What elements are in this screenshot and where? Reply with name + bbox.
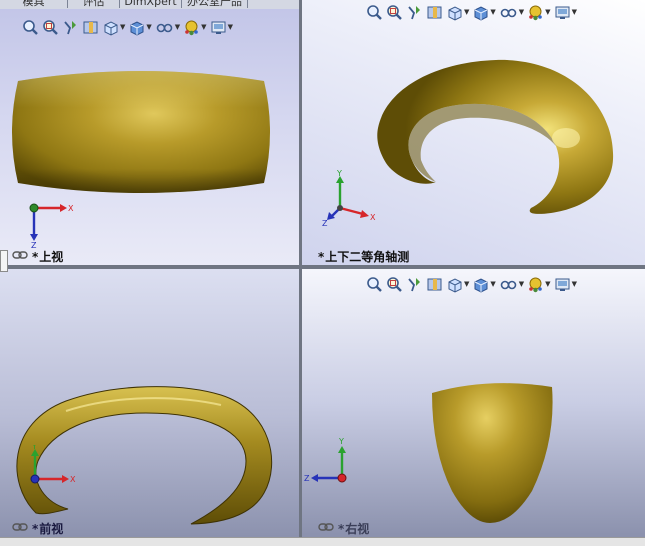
bracelet-top-view[interactable] [8, 67, 274, 197]
view-label-text: 右视 [345, 522, 370, 536]
triad-y-label: Y [336, 170, 342, 178]
section-view-icon[interactable] [82, 18, 99, 36]
view-label-right: * 右视 [338, 520, 369, 537]
display-style-icon[interactable]: ▼ [128, 18, 152, 36]
zoom-to-area-icon[interactable] [386, 3, 403, 21]
view-label-marker: * [338, 521, 345, 536]
view-label-marker: * [318, 249, 325, 264]
hide-show-items-icon[interactable]: ▼ [499, 275, 524, 293]
viewport-dimetric[interactable]: ▼ ▼ ▼ ▼ ▼ Y X Z * 上下二等角轴测 [302, 0, 645, 265]
bracelet-right-view[interactable] [428, 381, 556, 525]
link-views-icon[interactable] [12, 250, 28, 260]
zoom-to-fit-icon[interactable] [366, 3, 383, 21]
previous-view-icon[interactable] [406, 3, 423, 21]
edit-appearance-icon[interactable]: ▼ [527, 3, 551, 21]
zoom-to-area-icon[interactable] [42, 18, 59, 36]
view-label-text: 上视 [39, 250, 64, 264]
view-orientation-icon[interactable]: ▼ [446, 3, 469, 21]
view-toolbar-dimetric: ▼ ▼ ▼ ▼ ▼ [366, 2, 580, 22]
display-style-icon[interactable]: ▼ [472, 3, 496, 21]
view-label-text: 上下二等角轴测 [325, 250, 410, 264]
tab-dimxpert[interactable]: DimXpert [120, 0, 182, 8]
view-label-top: * 上视 [32, 248, 63, 265]
zoom-to-fit-icon[interactable] [22, 18, 39, 36]
display-style-icon[interactable]: ▼ [472, 275, 496, 293]
view-label-text: 前视 [39, 522, 64, 536]
coordinate-triad-front: Y X [30, 445, 76, 484]
bracelet-dimetric-view[interactable] [366, 58, 618, 220]
zoom-to-fit-icon[interactable] [366, 275, 383, 293]
tab-evaluate[interactable]: 评估 [68, 0, 120, 8]
panel-collapse-handle[interactable] [0, 250, 8, 272]
viewport-front[interactable]: Y X * 前视 [0, 269, 299, 537]
triad-z-label: Z [322, 219, 328, 226]
previous-view-icon[interactable] [406, 275, 423, 293]
viewport-splitter-horizontal[interactable] [0, 265, 645, 269]
view-orientation-icon[interactable]: ▼ [446, 275, 469, 293]
view-label-dimetric: * 上下二等角轴测 [318, 248, 409, 265]
coordinate-triad-dimetric: Y X Z [322, 170, 376, 226]
view-toolbar-right: ▼ ▼ ▼ ▼ ▼ [366, 274, 580, 294]
zoom-to-area-icon[interactable] [386, 275, 403, 293]
view-label-marker: * [32, 249, 39, 264]
triad-y-label: Y [31, 445, 37, 451]
triad-y-label: Y [338, 437, 344, 446]
triad-x-label: X [70, 475, 76, 484]
viewport-splitter-vertical[interactable] [299, 0, 302, 545]
hide-show-items-icon[interactable]: ▼ [499, 3, 524, 21]
view-orientation-icon[interactable]: ▼ [102, 18, 125, 36]
link-views-icon[interactable] [318, 522, 334, 532]
edit-appearance-icon[interactable]: ▼ [183, 18, 207, 36]
coordinate-triad-top: X Z [29, 203, 74, 249]
triad-x-label: X [370, 213, 376, 222]
view-label-marker: * [32, 521, 39, 536]
section-view-icon[interactable] [426, 3, 443, 21]
apply-scene-icon[interactable]: ▼ [554, 275, 577, 293]
apply-scene-icon[interactable]: ▼ [554, 3, 577, 21]
section-view-icon[interactable] [426, 275, 443, 293]
apply-scene-icon[interactable]: ▼ [210, 18, 233, 36]
tab-office-products[interactable]: 办公室产品 [182, 0, 248, 8]
hide-show-items-icon[interactable]: ▼ [155, 18, 180, 36]
view-toolbar-top: ▼ ▼ ▼ ▼ ▼ [22, 17, 236, 37]
previous-view-icon[interactable] [62, 18, 79, 36]
coordinate-triad-right: Y Z [304, 437, 347, 483]
viewport-right[interactable]: ▼ ▼ ▼ ▼ ▼ Y Z * 右视 [302, 269, 645, 537]
viewport-top[interactable]: ▼ ▼ ▼ ▼ ▼ X Z * 上视 [0, 9, 299, 265]
view-label-front: * 前视 [32, 520, 63, 537]
tab-mold-tools[interactable]: 模具 [0, 0, 68, 8]
triad-x-label: X [68, 204, 74, 213]
edit-appearance-icon[interactable]: ▼ [527, 275, 551, 293]
link-views-icon[interactable] [12, 522, 28, 532]
triad-z-label: Z [304, 474, 310, 483]
